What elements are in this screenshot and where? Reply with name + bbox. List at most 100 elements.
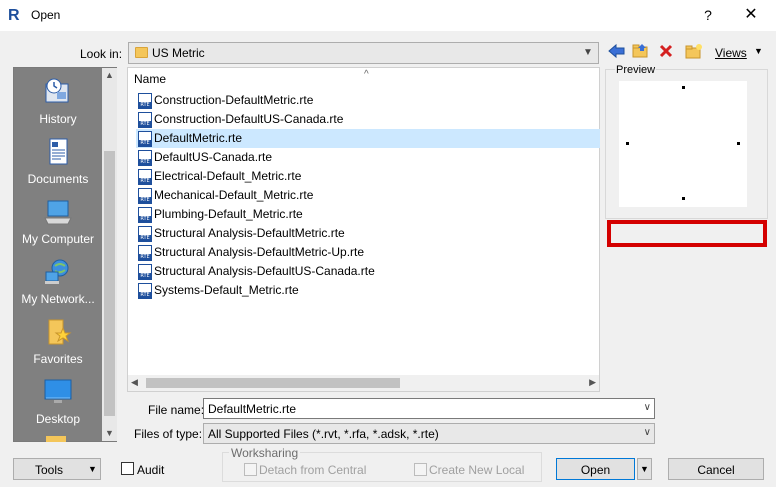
look-in-label: Look in:	[80, 47, 123, 61]
window-title: Open	[31, 8, 61, 22]
rte-file-icon	[138, 112, 152, 128]
new-folder-icon[interactable]	[684, 43, 704, 63]
rte-file-icon	[138, 131, 152, 147]
open-options-button[interactable]: ▼	[637, 458, 652, 480]
preview-label: Preview	[615, 64, 657, 76]
audit-checkbox[interactable]	[121, 462, 134, 475]
file-type-dropdown[interactable]: All Supported Files (*.rvt, *.rfa, *.ads…	[203, 423, 655, 444]
place-my-computer[interactable]: My Computer	[14, 192, 102, 252]
chevron-down-icon: ▼	[754, 46, 763, 56]
desktop-icon	[43, 378, 73, 406]
back-arrow-icon[interactable]	[607, 43, 627, 63]
tools-button[interactable]: Tools ▼	[13, 458, 101, 480]
chevron-down-icon: ▼	[640, 464, 649, 474]
up-folder-icon[interactable]	[631, 43, 651, 63]
rte-file-icon	[138, 188, 152, 204]
file-name: Electrical-Default_Metric.rte	[154, 169, 302, 183]
chevron-down-icon: ∨	[643, 427, 651, 438]
place-history[interactable]: History	[14, 72, 102, 132]
look-in-dropdown[interactable]: US Metric ▼	[128, 42, 599, 64]
file-name: Construction-DefaultUS-Canada.rte	[154, 112, 344, 126]
chevron-down-icon: ▼	[88, 464, 97, 474]
file-row[interactable]: Electrical-Default_Metric.rte	[136, 167, 600, 186]
file-type-label: Files of type:	[134, 427, 203, 441]
preview-marker	[682, 197, 685, 200]
file-row[interactable]: Plumbing-Default_Metric.rte	[136, 205, 600, 224]
file-row[interactable]: DefaultMetric.rte	[136, 129, 600, 148]
place-documents-label: Documents	[27, 172, 89, 186]
place-desktop-label: Desktop	[35, 412, 81, 426]
title-bar: R Open ? ✕	[0, 0, 776, 31]
rte-file-icon	[138, 169, 152, 185]
detach-from-central-checkbox[interactable]	[244, 463, 257, 476]
rte-file-icon	[138, 245, 152, 261]
file-name: Plumbing-Default_Metric.rte	[154, 207, 303, 221]
chevron-down-icon[interactable]: ∨	[644, 402, 651, 413]
file-name-value: DefaultMetric.rte	[208, 402, 297, 416]
history-icon	[43, 78, 73, 106]
sort-ascending-icon: ^	[364, 69, 369, 80]
file-name: DefaultMetric.rte	[154, 131, 243, 145]
scroll-down-icon[interactable]: ▼	[102, 428, 117, 438]
rte-file-icon	[138, 226, 152, 242]
worksharing-legend: Worksharing	[229, 446, 301, 460]
file-row[interactable]: DefaultUS-Canada.rte	[136, 148, 600, 167]
file-name: Mechanical-Default_Metric.rte	[154, 188, 314, 202]
preview-marker	[737, 142, 740, 145]
file-list[interactable]: Name ^ Construction-DefaultMetric.rte Con…	[127, 67, 600, 392]
help-button[interactable]: ?	[698, 4, 718, 26]
computer-icon	[43, 198, 73, 226]
file-row[interactable]: Structural Analysis-DefaultUS-Canada.rte	[136, 262, 600, 281]
rte-file-icon	[138, 264, 152, 280]
column-header-name[interactable]: Name ^	[134, 69, 369, 86]
place-documents[interactable]: Documents	[14, 132, 102, 192]
file-row[interactable]: Construction-DefaultMetric.rte	[136, 91, 600, 110]
detach-from-central-label: Detach from Central	[259, 463, 367, 477]
file-name: DefaultUS-Canada.rte	[154, 150, 273, 164]
file-row[interactable]: Mechanical-Default_Metric.rte	[136, 186, 600, 205]
folder-icon	[46, 436, 66, 442]
rte-file-icon	[138, 283, 152, 299]
cancel-label: Cancel	[697, 463, 735, 477]
cancel-button[interactable]: Cancel	[668, 458, 764, 480]
open-button[interactable]: Open	[556, 458, 635, 480]
scrollbar-thumb[interactable]	[104, 151, 115, 416]
look-in-value: US Metric	[152, 46, 205, 60]
place-favorites[interactable]: Favorites	[14, 312, 102, 372]
delete-icon[interactable]	[656, 43, 676, 63]
file-name-input[interactable]: DefaultMetric.rte ∨	[203, 398, 655, 419]
places-scrollbar[interactable]: ▲ ▼	[102, 68, 117, 441]
tools-label: Tools	[35, 463, 64, 477]
file-row[interactable]: Construction-DefaultUS-Canada.rte	[136, 110, 600, 129]
file-row[interactable]: Structural Analysis-DefaultMetric.rte	[136, 224, 600, 243]
place-history-label: History	[39, 112, 77, 126]
scroll-up-icon[interactable]: ▲	[102, 70, 117, 80]
preview-image	[619, 81, 747, 207]
scroll-right-icon[interactable]: ▶	[589, 377, 596, 388]
file-row[interactable]: Structural Analysis-DefaultMetric-Up.rte	[136, 243, 600, 262]
column-header-label: Name	[134, 72, 167, 86]
place-my-network[interactable]: My Network...	[14, 252, 102, 312]
place-favorites-label: Favorites	[33, 352, 83, 366]
file-name: Structural Analysis-DefaultUS-Canada.rte	[154, 264, 375, 278]
highlight-box	[607, 220, 767, 247]
close-button[interactable]: ✕	[739, 4, 763, 26]
open-label: Open	[580, 463, 611, 477]
rte-file-icon	[138, 150, 152, 166]
revit-app-icon: R	[8, 7, 20, 24]
folder-icon	[135, 47, 148, 58]
preview-marker	[682, 86, 685, 89]
views-button[interactable]: Views ▼	[712, 44, 768, 62]
create-new-local-label: Create New Local	[429, 463, 525, 477]
favorites-icon	[43, 318, 73, 346]
file-row[interactable]: Systems-Default_Metric.rte	[136, 281, 600, 300]
rte-file-icon	[138, 93, 152, 109]
horizontal-scrollbar[interactable]: ◀ ▶	[128, 375, 599, 391]
scrollbar-thumb[interactable]	[146, 378, 400, 388]
place-my-computer-label: My Computer	[21, 232, 95, 246]
views-label: Views	[715, 46, 747, 60]
chevron-down-icon: ▼	[583, 47, 593, 58]
scroll-left-icon[interactable]: ◀	[131, 377, 138, 388]
create-new-local-checkbox[interactable]	[414, 463, 427, 476]
place-desktop[interactable]: Desktop	[14, 372, 102, 432]
